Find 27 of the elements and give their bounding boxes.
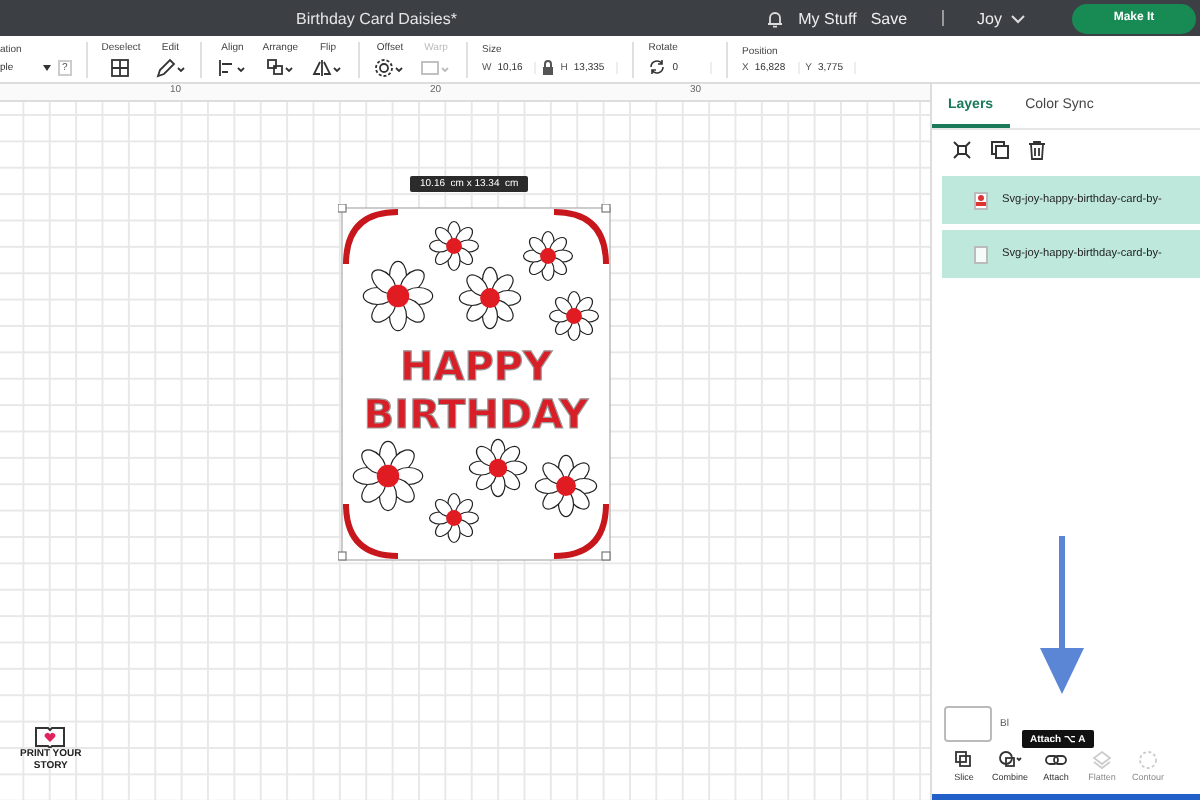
card-thumbnail-icon xyxy=(974,191,988,209)
duplicate-icon[interactable] xyxy=(990,140,1010,160)
ungroup-icon[interactable] xyxy=(952,140,972,160)
slice-icon xyxy=(952,750,976,770)
arrange-icon[interactable] xyxy=(264,57,297,77)
bell-icon[interactable] xyxy=(766,8,785,28)
offset-icon[interactable] xyxy=(374,57,407,77)
flatten-icon xyxy=(1090,750,1114,770)
user-menu[interactable]: Joy xyxy=(977,9,1026,27)
rotate-icon xyxy=(648,58,667,76)
align-icon[interactable] xyxy=(216,57,249,77)
flip-icon[interactable] xyxy=(312,57,345,77)
lock-icon[interactable] xyxy=(542,59,555,75)
blank-thumbnail-icon xyxy=(974,245,988,263)
attach-icon xyxy=(1044,750,1068,770)
document-title: Birthday Card Daisies* xyxy=(296,9,457,27)
trash-icon[interactable] xyxy=(1028,140,1046,160)
chevron-icon xyxy=(1010,13,1026,23)
book-heart-icon xyxy=(34,726,67,748)
contour-icon xyxy=(1136,750,1160,770)
color-swatch[interactable] xyxy=(944,706,992,742)
combine-icon xyxy=(998,750,1022,770)
caret-icon xyxy=(42,63,52,71)
header-link[interactable]: My Stuff xyxy=(798,9,857,27)
header-link[interactable]: Save xyxy=(870,9,908,27)
pencil-icon[interactable] xyxy=(154,57,187,77)
birthday-card-drawing[interactable]: HAPPY BIRTHDAY xyxy=(338,204,614,564)
